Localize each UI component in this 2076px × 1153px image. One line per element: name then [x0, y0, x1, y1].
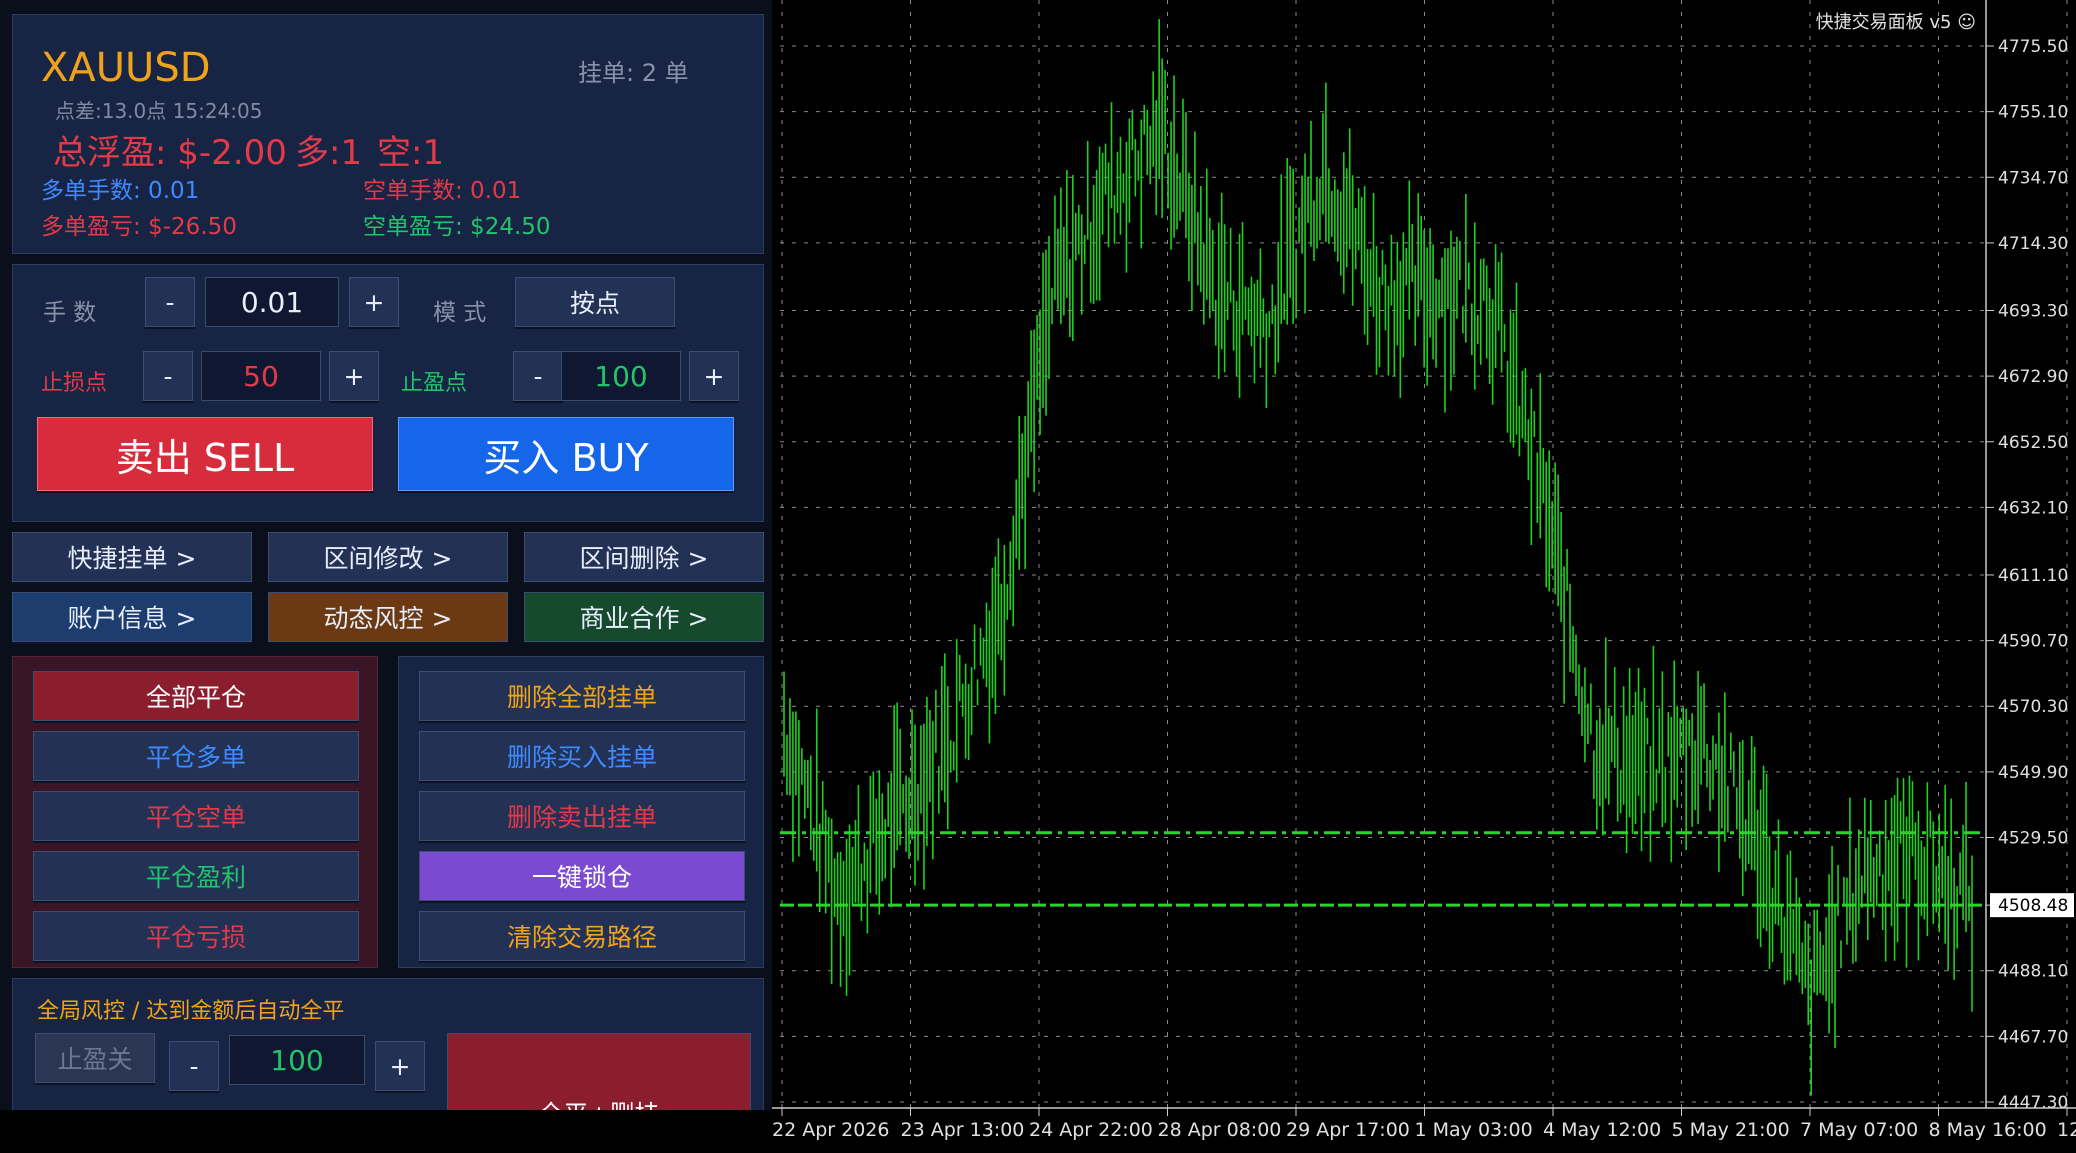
- y-tick-label: 4714.30: [1998, 234, 2068, 254]
- lots-decrease-button[interactable]: -: [145, 277, 195, 327]
- close-actions: 全部平仓 平仓多单 平仓空单 平仓盈利 平仓亏损: [12, 656, 378, 968]
- y-tick-label: 4775.50: [1998, 37, 2068, 57]
- short-pl-label: 空单盈亏: $24.50: [363, 214, 551, 240]
- lots-increase-button[interactable]: +: [349, 277, 399, 327]
- smiley-icon: ☺: [1957, 12, 1976, 33]
- x-tick-label: 5 May 21:00: [1672, 1119, 1790, 1141]
- global-risk-title: 全局风控 / 达到金额后自动全平: [37, 999, 345, 1024]
- y-tick-label: 4672.90: [1998, 367, 2068, 387]
- risk-decrease-button[interactable]: -: [169, 1041, 219, 1091]
- lock-position-button[interactable]: 一键锁仓: [419, 851, 745, 901]
- tp-toggle-button[interactable]: 止盈关: [35, 1033, 155, 1083]
- mode-label: 模 式: [433, 300, 487, 326]
- trading-panel: XAUUSD 挂单: 2 单 点差:13.0点 15:24:05 总浮盈: $-…: [0, 0, 772, 1110]
- risk-increase-button[interactable]: +: [375, 1041, 425, 1091]
- business-coop-button[interactable]: 商业合作 >: [524, 592, 764, 642]
- mode-selector-button[interactable]: 按点: [515, 277, 675, 327]
- x-tick-label: 28 Apr 08:00: [1158, 1119, 1282, 1141]
- long-lots-label: 多单手数: 0.01: [41, 178, 200, 204]
- spread-time-label: 点差:13.0点 15:24:05: [55, 99, 263, 123]
- y-tick-label: 4549.90: [1998, 763, 2068, 783]
- lots-label: 手 数: [43, 300, 97, 326]
- current-price-label: 4508.48: [1998, 896, 2068, 916]
- buy-button[interactable]: 买入 BUY: [398, 417, 734, 491]
- lots-input[interactable]: 0.01: [205, 277, 339, 327]
- close-profit-button[interactable]: 平仓盈利: [33, 851, 359, 901]
- close-loss-button[interactable]: 平仓亏损: [33, 911, 359, 961]
- y-tick-label: 4734.70: [1998, 168, 2068, 188]
- sl-increase-button[interactable]: +: [329, 351, 379, 401]
- sl-input[interactable]: 50: [201, 351, 321, 401]
- range-delete-button[interactable]: 区间删除 >: [524, 532, 764, 582]
- x-tick-label: 12 May 02:00: [2057, 1119, 2076, 1141]
- order-actions: 删除全部挂单 删除买入挂单 删除卖出挂单 一键锁仓 清除交易路径: [398, 656, 764, 968]
- quick-pending-button[interactable]: 快捷挂单 >: [12, 532, 252, 582]
- symbol-label: XAUUSD: [41, 45, 211, 91]
- y-tick-label: 4488.10: [1998, 962, 2068, 982]
- risk-amount-input[interactable]: 100: [229, 1035, 365, 1085]
- tp-input[interactable]: 100: [561, 351, 681, 401]
- delete-buy-pending-button[interactable]: 删除买入挂单: [419, 731, 745, 781]
- y-tick-label: 4529.50: [1998, 829, 2068, 849]
- long-pl-label: 多单盈亏: $-26.50: [41, 214, 237, 240]
- global-risk: 全局风控 / 达到金额后自动全平 止盈关 - 100 + 全平+删挂: [12, 978, 764, 1110]
- sl-label: 止损点: [41, 371, 108, 396]
- y-tick-label: 4693.30: [1998, 301, 2068, 321]
- close-all-button[interactable]: 全部平仓: [33, 671, 359, 721]
- x-tick-label: 4 May 12:00: [1543, 1119, 1661, 1141]
- y-tick-label: 4755.10: [1998, 103, 2068, 123]
- y-tick-label: 4467.70: [1998, 1027, 2068, 1047]
- order-entry: 手 数 - 0.01 + 模 式 按点 止损点 - 50 + 止盈点 - 100…: [12, 264, 764, 522]
- sell-button[interactable]: 卖出 SELL: [37, 417, 373, 491]
- delete-all-pending-button[interactable]: 删除全部挂单: [419, 671, 745, 721]
- delete-sell-pending-button[interactable]: 删除卖出挂单: [419, 791, 745, 841]
- y-tick-label: 4652.50: [1998, 433, 2068, 453]
- x-tick-label: 24 Apr 22:00: [1029, 1119, 1153, 1141]
- tp-decrease-button[interactable]: -: [513, 351, 563, 401]
- long-count-label: 多:1: [295, 133, 363, 173]
- account-summary: XAUUSD 挂单: 2 单 点差:13.0点 15:24:05 总浮盈: $-…: [12, 14, 764, 254]
- close-all-and-delete-button[interactable]: 全平+删挂: [447, 1033, 751, 1110]
- x-tick-label: 23 Apr 13:00: [901, 1119, 1025, 1141]
- close-long-button[interactable]: 平仓多单: [33, 731, 359, 781]
- x-tick-label: 22 Apr 2026: [772, 1119, 889, 1141]
- x-tick-label: 8 May 16:00: [1929, 1119, 2047, 1141]
- price-chart[interactable]: 4775.50 4755.10 4734.70 4714.30 4693.30 4672.…: [772, 0, 2076, 1153]
- x-tick-label: 7 May 07:00: [1800, 1119, 1918, 1141]
- close-short-button[interactable]: 平仓空单: [33, 791, 359, 841]
- tp-label: 止盈点: [401, 371, 468, 396]
- tp-increase-button[interactable]: +: [689, 351, 739, 401]
- x-tick-label: 29 Apr 17:00: [1286, 1119, 1410, 1141]
- short-count-label: 空:1: [377, 133, 445, 173]
- chart-canvas[interactable]: 4775.50 4755.10 4734.70 4714.30 4693.30 4672.…: [772, 0, 2076, 1153]
- panel-brand-label: 快捷交易面板 v5 ☺: [1815, 12, 1976, 33]
- account-info-button[interactable]: 账户信息 >: [12, 592, 252, 642]
- short-lots-label: 空单手数: 0.01: [363, 178, 522, 204]
- range-modify-button[interactable]: 区间修改 >: [268, 532, 508, 582]
- pending-orders-label: 挂单: 2 单: [578, 59, 689, 87]
- x-tick-label: 1 May 03:00: [1415, 1119, 1533, 1141]
- y-tick-label: 4447.30: [1998, 1093, 2068, 1113]
- y-tick-label: 4611.10: [1998, 566, 2068, 586]
- sl-decrease-button[interactable]: -: [143, 351, 193, 401]
- y-tick-label: 4590.70: [1998, 632, 2068, 652]
- y-tick-label: 4632.10: [1998, 498, 2068, 518]
- dynamic-risk-button[interactable]: 动态风控 >: [268, 592, 508, 642]
- clear-trade-path-button[interactable]: 清除交易路径: [419, 911, 745, 961]
- total-float-label: 总浮盈: $-2.00: [53, 133, 287, 173]
- y-tick-label: 4570.30: [1998, 697, 2068, 717]
